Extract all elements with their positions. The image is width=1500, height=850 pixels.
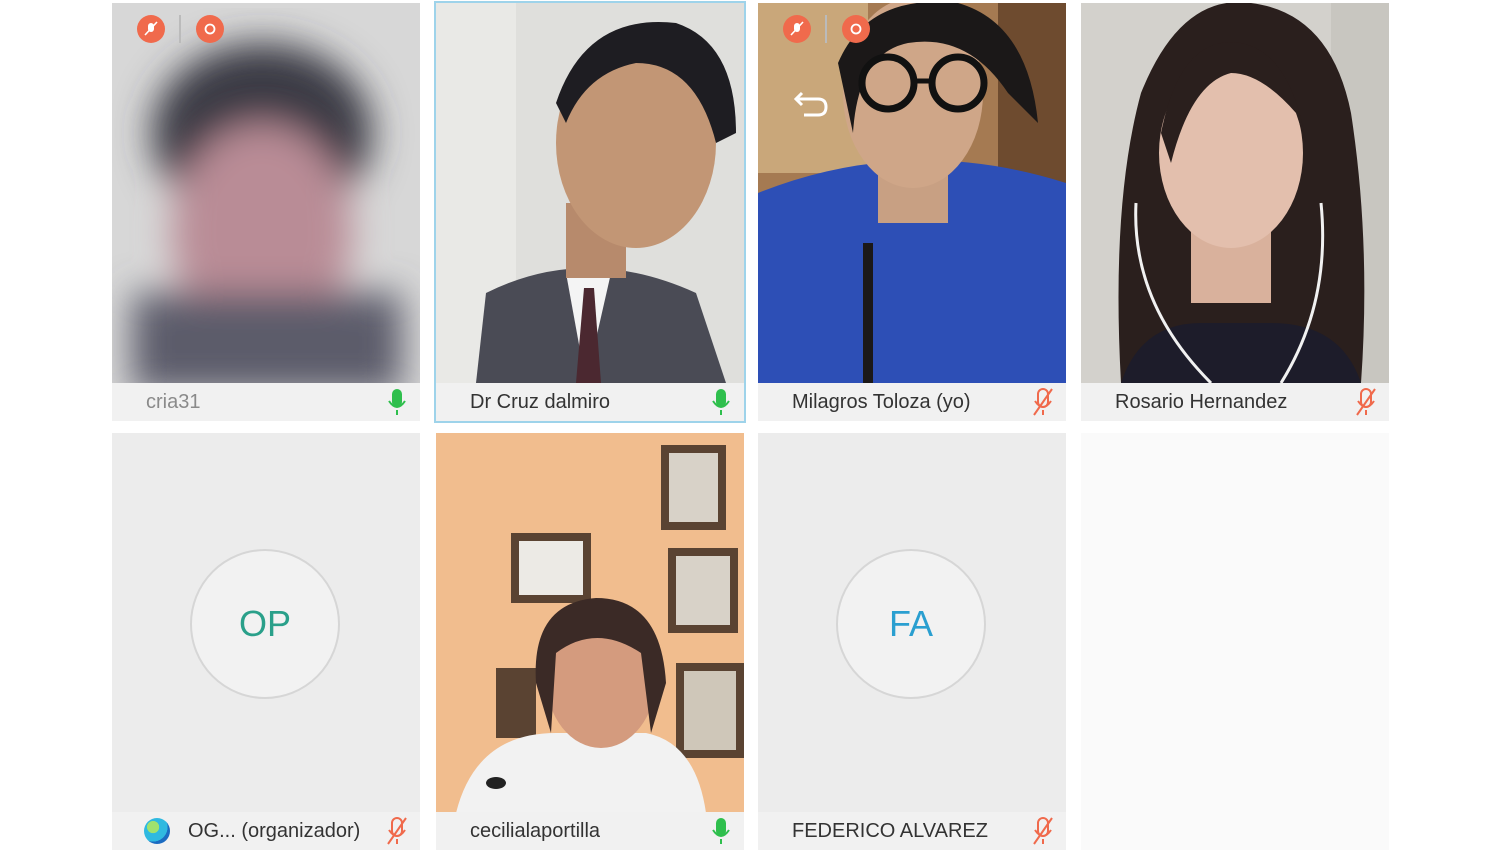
participant-video bbox=[758, 3, 1066, 383]
participant-namebar: Dr Cruz dalmiro bbox=[436, 383, 744, 421]
participant-tile-cria31[interactable]: cria31 bbox=[112, 3, 420, 421]
mic-muted-icon bbox=[387, 817, 407, 845]
participant-video bbox=[436, 3, 744, 383]
participant-tile-federico[interactable]: FA FEDERICO ALVAREZ bbox=[758, 433, 1066, 850]
video-control-icon[interactable] bbox=[196, 15, 224, 43]
participant-namebar: Rosario Hernandez bbox=[1081, 383, 1389, 421]
participant-tile-self[interactable]: Milagros Toloza (yo) bbox=[758, 3, 1066, 421]
participant-namebar: Milagros Toloza (yo) bbox=[758, 383, 1066, 421]
participant-name: Dr Cruz dalmiro bbox=[470, 390, 611, 413]
mic-muted-icon bbox=[1033, 388, 1053, 416]
participant-namebar: FEDERICO ALVAREZ bbox=[758, 812, 1066, 850]
video-control-icon[interactable] bbox=[842, 15, 870, 43]
participant-tile-organizer[interactable]: OP OG... (organizador) bbox=[112, 433, 420, 850]
mic-muted-icon bbox=[1356, 388, 1376, 416]
mic-muted-icon bbox=[1033, 817, 1053, 845]
participant-video bbox=[436, 433, 744, 813]
mute-control-icon[interactable] bbox=[137, 15, 165, 43]
participant-name: Milagros Toloza (yo) bbox=[792, 390, 971, 413]
avatar-initials: OP bbox=[238, 603, 291, 644]
control-separator bbox=[825, 15, 827, 43]
participant-namebar: cria31 bbox=[112, 383, 420, 421]
participant-avatar: FA bbox=[836, 549, 986, 699]
mic-on-icon bbox=[388, 389, 406, 415]
avatar-initials: FA bbox=[888, 603, 933, 644]
participant-video bbox=[112, 3, 420, 383]
control-separator bbox=[179, 15, 181, 43]
participant-name: cria31 bbox=[146, 390, 201, 413]
participant-name: cecilialaportilla bbox=[470, 819, 601, 842]
participant-tile-cecilia[interactable]: cecilialaportilla bbox=[436, 433, 744, 850]
participant-namebar: OG... (organizador) bbox=[112, 812, 420, 850]
participant-tile-rosario[interactable]: Rosario Hernandez bbox=[1081, 3, 1389, 421]
mute-control-icon[interactable] bbox=[783, 15, 811, 43]
participant-video bbox=[1081, 3, 1389, 383]
participant-name: Rosario Hernandez bbox=[1115, 390, 1288, 413]
participant-tile-dr-cruz[interactable]: Dr Cruz dalmiro bbox=[434, 1, 746, 423]
empty-grid-slot bbox=[1081, 433, 1389, 850]
mic-on-icon bbox=[712, 389, 730, 415]
participant-namebar: cecilialaportilla bbox=[436, 812, 744, 850]
participant-name: FEDERICO ALVAREZ bbox=[792, 819, 988, 842]
mic-on-icon bbox=[712, 818, 730, 844]
participant-name: OG... (organizador) bbox=[188, 819, 361, 842]
participant-avatar: OP bbox=[190, 549, 340, 699]
switch-camera-icon[interactable] bbox=[792, 85, 832, 121]
